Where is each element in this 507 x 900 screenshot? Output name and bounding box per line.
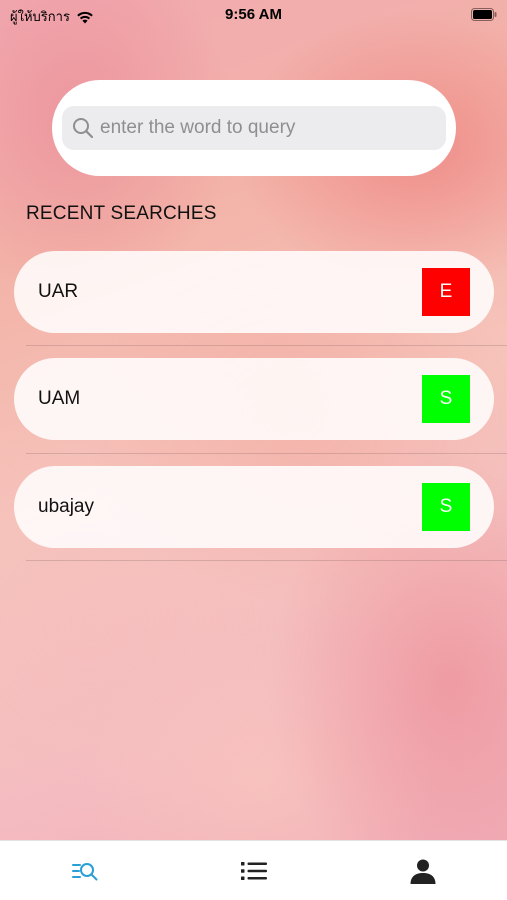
recent-item-1[interactable]: UAM S: [14, 358, 494, 440]
list-icon: [240, 862, 267, 880]
search-card: [52, 80, 456, 176]
person-icon: [410, 859, 435, 884]
list-separator: [26, 345, 507, 346]
recent-item-2[interactable]: ubajay S: [14, 466, 494, 548]
magnifier-icon: [73, 118, 94, 139]
tab-bar: [0, 840, 507, 900]
recent-item-word: ubajay: [38, 496, 94, 517]
status-time: 9:56 AM: [225, 6, 282, 23]
tab-search[interactable]: [0, 841, 169, 900]
status-bar: ผู้ให้บริการ 9:56 AM: [0, 0, 507, 30]
list-separator: [26, 453, 507, 454]
recent-item-badge: S: [422, 375, 470, 423]
recent-item-badge: S: [422, 483, 470, 531]
recent-item-word: UAR: [38, 281, 79, 302]
search-list-icon: [71, 863, 97, 881]
search-input[interactable]: [100, 108, 440, 148]
recent-item-0[interactable]: UAR E: [14, 251, 494, 333]
recent-item-badge: E: [422, 268, 470, 316]
search-field[interactable]: [62, 106, 446, 150]
tab-list[interactable]: [169, 841, 338, 900]
recent-item-word: UAM: [38, 388, 81, 409]
battery-icon: [471, 8, 497, 21]
recent-searches-title: RECENT SEARCHES: [26, 203, 217, 224]
list-separator: [26, 560, 507, 561]
tab-profile[interactable]: [338, 841, 507, 900]
